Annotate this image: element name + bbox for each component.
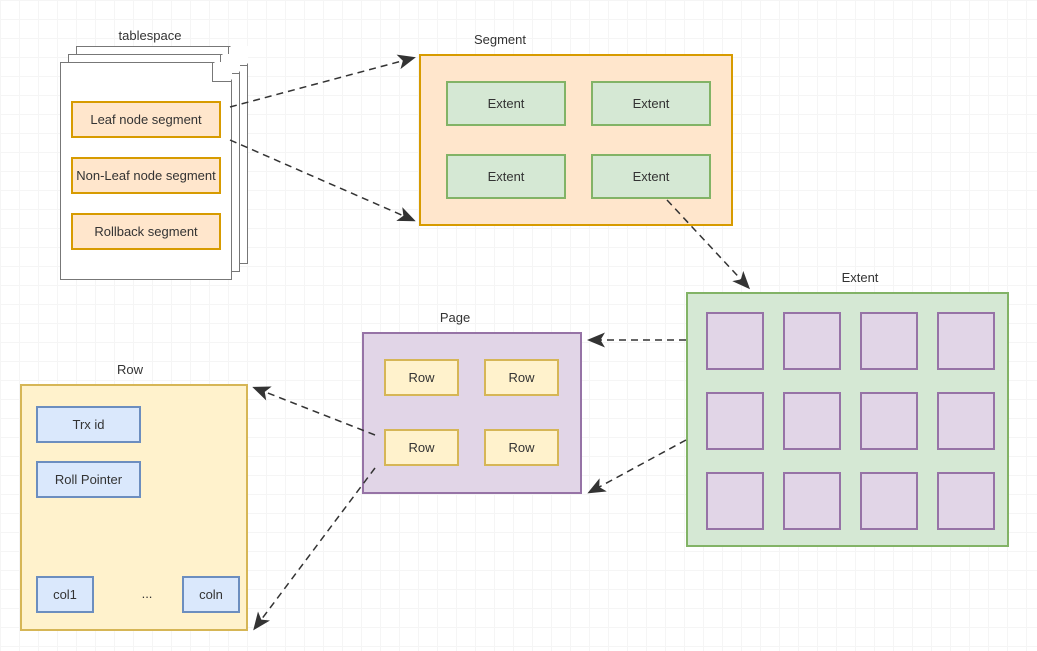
segment-extent-4: Extent [591, 154, 711, 199]
page-title: Page [415, 310, 495, 325]
row-dots: ... [132, 586, 162, 601]
arrow-page-to-row-top [255, 388, 375, 435]
non-leaf-node-segment: Non-Leaf node segment [71, 157, 221, 194]
arrow-extent-to-page-bot [590, 440, 686, 492]
page-row-4: Row [484, 429, 559, 466]
extent-page-1 [706, 312, 764, 370]
segment-extent-1: Extent [446, 81, 566, 126]
extent-page-2 [783, 312, 841, 370]
page-box: Row Row Row Row [362, 332, 582, 494]
segment-extent-3: Extent [446, 154, 566, 199]
extent-page-12 [937, 472, 995, 530]
rollback-segment: Rollback segment [71, 213, 221, 250]
extent-page-3 [860, 312, 918, 370]
extent-page-8 [937, 392, 995, 450]
segment-title: Segment [440, 32, 560, 47]
row-col1: col1 [36, 576, 94, 613]
row-rollptr: Roll Pointer [36, 461, 141, 498]
page-row-3: Row [384, 429, 459, 466]
extent-page-6 [783, 392, 841, 450]
arrow-leaf-to-segment [230, 58, 413, 107]
extent-page-5 [706, 392, 764, 450]
segment-box: Extent Extent Extent Extent [419, 54, 733, 226]
row-trxid: Trx id [36, 406, 141, 443]
arrow-page-to-row-bot [255, 468, 375, 628]
extent-box [686, 292, 1009, 547]
diagram-canvas: tablespace Leaf node segment Non-Leaf no… [0, 0, 1037, 651]
arrow-leaf-to-segment-b [230, 140, 413, 220]
extent-page-7 [860, 392, 918, 450]
extent-page-9 [706, 472, 764, 530]
page-row-1: Row [384, 359, 459, 396]
row-coln: coln [182, 576, 240, 613]
extent-title: Extent [800, 270, 920, 285]
tablespace-title: tablespace [90, 28, 210, 43]
extent-page-10 [783, 472, 841, 530]
extent-page-11 [860, 472, 918, 530]
row-title: Row [90, 362, 170, 377]
tablespace-doc-front: Leaf node segment Non-Leaf node segment … [60, 62, 232, 280]
page-row-2: Row [484, 359, 559, 396]
segment-extent-2: Extent [591, 81, 711, 126]
extent-page-4 [937, 312, 995, 370]
row-box: Trx id Roll Pointer col1 ... coln [20, 384, 248, 631]
leaf-node-segment: Leaf node segment [71, 101, 221, 138]
